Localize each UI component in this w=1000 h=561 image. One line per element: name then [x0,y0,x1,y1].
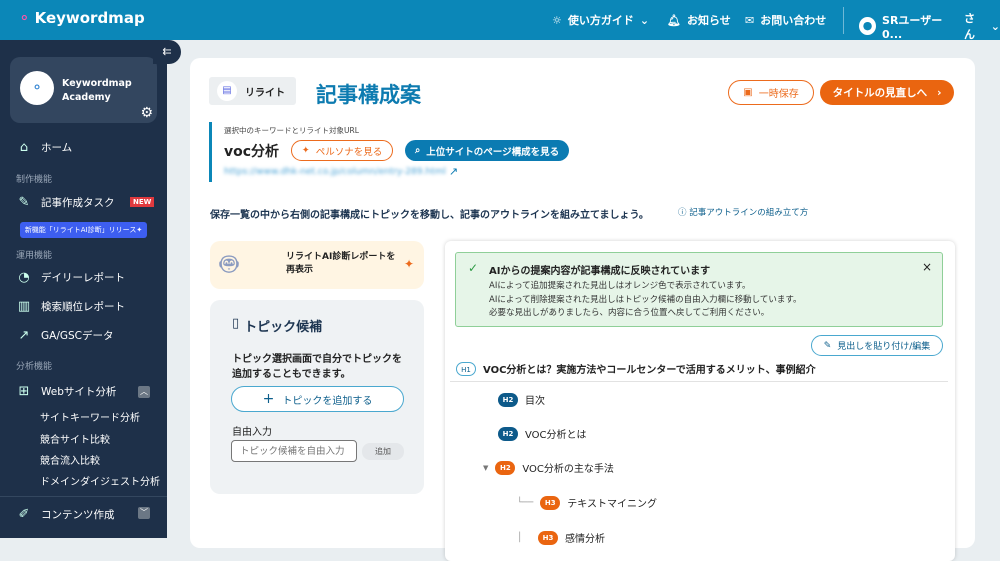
add-topic-button[interactable]: + トピックを追加する [231,386,404,412]
heading-item[interactable]: └── H3 テキストマイニング [517,495,657,510]
sparkle-icon: ✦ [301,145,310,156]
heading-item[interactable]: ▼ H2 VOC分析の主な手法 [483,460,614,475]
sidebar-sub-item[interactable]: 競合サイト比較 [40,431,110,446]
ai-report-button[interactable]: 🤖︎ リライトAI診断レポートを再表示 ✦ [210,241,424,289]
save-button[interactable]: ▣ 一時保存 [728,80,814,105]
outline-panel: ✓ AIからの提案内容が記事構成に反映されています × AIによって追加提案され… [445,241,955,561]
keyword-box: 選択中のキーワードとリライト対象URL voc分析 ✦ ペルソナを見る ⌕ 上位サイ… [209,122,609,182]
page-title: 記事構成案 [316,83,421,107]
collapse-sidebar-button[interactable]: ⇇ [153,40,181,64]
keyword: voc分析 [224,143,280,160]
edit-icon: ✎ [18,195,30,210]
chevron-up-icon[interactable]: ︿ [138,386,150,398]
check-circle-icon: ✓ [468,261,479,275]
sidebar-item-content[interactable]: ✐ コンテンツ作成 [16,507,115,522]
sidebar-sub-item[interactable]: ドメインダイジェスト分析 [40,473,160,488]
guide-menu[interactable]: ☼ 使い方ガイド ⌄ [552,12,649,28]
divider [450,381,948,382]
divider [843,7,844,34]
howto-link[interactable]: ⓘ 記事アウトラインの組み立て方 [678,206,808,218]
topic-candidates-panel: ▯ トピック候補 トピック選択画面で自分でトピックを追加することもできます。 + ト… [210,300,424,494]
add-free-topic-button[interactable]: 追加 [362,443,404,460]
sidebar-sub-item[interactable]: サイトキーワード分析 [40,409,140,424]
news-link[interactable]: 🔔︎ お知らせ [667,12,731,28]
robot-illustration: 🤖︎ [220,247,238,282]
caret-down-icon[interactable]: ▼ [483,464,488,472]
lightbulb-icon: ☼ [552,13,562,27]
new-badge: NEW [130,197,155,207]
main-card: ▤ リライト 記事構成案 ▣ 一時保存 タイトルの見直しへ › 選択中のキーワードとリ… [190,58,975,561]
chevron-down-icon: ⌄ [990,19,1000,33]
free-topic-input[interactable] [231,440,357,462]
trend-icon: ↗ [18,328,30,343]
sparkle-icon: ✦ [404,257,415,271]
sitemap-icon: ⊞ [18,384,30,399]
pie-chart-icon: ◔ [18,270,30,285]
bar-chart-icon: ▥ [17,299,31,314]
sidebar-item-home[interactable]: ⌂ ホーム [16,140,72,155]
contact-link[interactable]: ✉ お問い合わせ [745,12,826,28]
document-icon: ▤ [217,81,237,101]
chevron-down-icon[interactable]: ﹀ [138,507,150,519]
logo[interactable]: ⚬ Keywordmap [18,9,145,27]
logo-icon: ⚬ [18,9,31,27]
account-avatar: ⚬ [20,71,54,105]
sidebar-item-rank[interactable]: ▥ 検索順位レポート [16,299,125,314]
sidebar-item-daily[interactable]: ◔ デイリーレポート [16,270,125,285]
tree-line: └── [517,497,534,508]
user-menu[interactable]: ● SRユーザー0... さん ⌄ [859,10,1000,42]
bookmark-icon: ▯ [232,316,240,331]
divider [0,496,167,497]
paste-headings-button[interactable]: ✎ 見出しを貼り付け/編集 [811,335,943,356]
account-card[interactable]: ⚬ Keywordmap Academy ⚙ [10,57,157,123]
target-url[interactable]: https://www.dhk-net.co.jp/column/entry-2… [224,167,446,177]
sidebar-item-article-task[interactable]: ✎ 記事作成タスク [16,195,115,210]
chevron-right-icon: › [937,86,942,99]
sidebar-item-web[interactable]: ⊞ Webサイト分析 [16,384,117,399]
top-sites-button[interactable]: ⌕ 上位サイトのページ構成を見る [405,140,570,161]
sidebar: ⚬ Keywordmap Academy ⚙ ⌂ ホーム 制作機能 ✎ 記事作成タスク… [0,40,167,538]
sidebar-item-ga[interactable]: ↗ GA/GSCデータ [16,328,114,343]
success-alert: ✓ AIからの提案内容が記事構成に反映されています × AIによって追加提案され… [455,252,943,327]
bell-icon: 🔔︎ [667,13,681,27]
home-icon: ⌂ [19,140,29,155]
mail-icon: ✉ [745,13,755,27]
gear-icon[interactable]: ⚙ [140,105,153,121]
pencil-icon: ✎ [823,340,832,351]
breadcrumb[interactable]: ▤ リライト [209,77,296,105]
next-button[interactable]: タイトルの見直しへ › [820,80,954,105]
info-icon: ⓘ [678,208,690,218]
feature-tooltip[interactable]: 新機能「リライトAI診断」リリース✦ [20,222,147,238]
save-icon: ▣ [743,87,753,98]
h1-heading[interactable]: H1 VOC分析とは？実施方法やコールセンターで活用するメリット、事例紹介 [456,361,816,376]
pen-icon: ✐ [18,507,30,522]
heading-item[interactable]: H2 目次 [498,392,545,407]
heading-item[interactable]: H2 VOC分析とは [498,426,587,441]
avatar-icon: ● [859,17,877,35]
sidebar-sub-item[interactable]: 競合流入比較 [40,452,100,467]
close-icon[interactable]: × [922,260,932,274]
plus-icon: + [262,391,275,407]
chevron-down-icon: ⌄ [639,13,650,27]
search-icon: ⌕ [414,145,421,156]
external-link-icon[interactable]: ↗ [449,165,458,178]
top-bar: ⚬ Keywordmap ☼ 使い方ガイド ⌄ 🔔︎ お知らせ ✉ お問い合わせ ● SRユ… [0,0,1000,42]
persona-button[interactable]: ✦ ペルソナを見る [291,140,394,161]
